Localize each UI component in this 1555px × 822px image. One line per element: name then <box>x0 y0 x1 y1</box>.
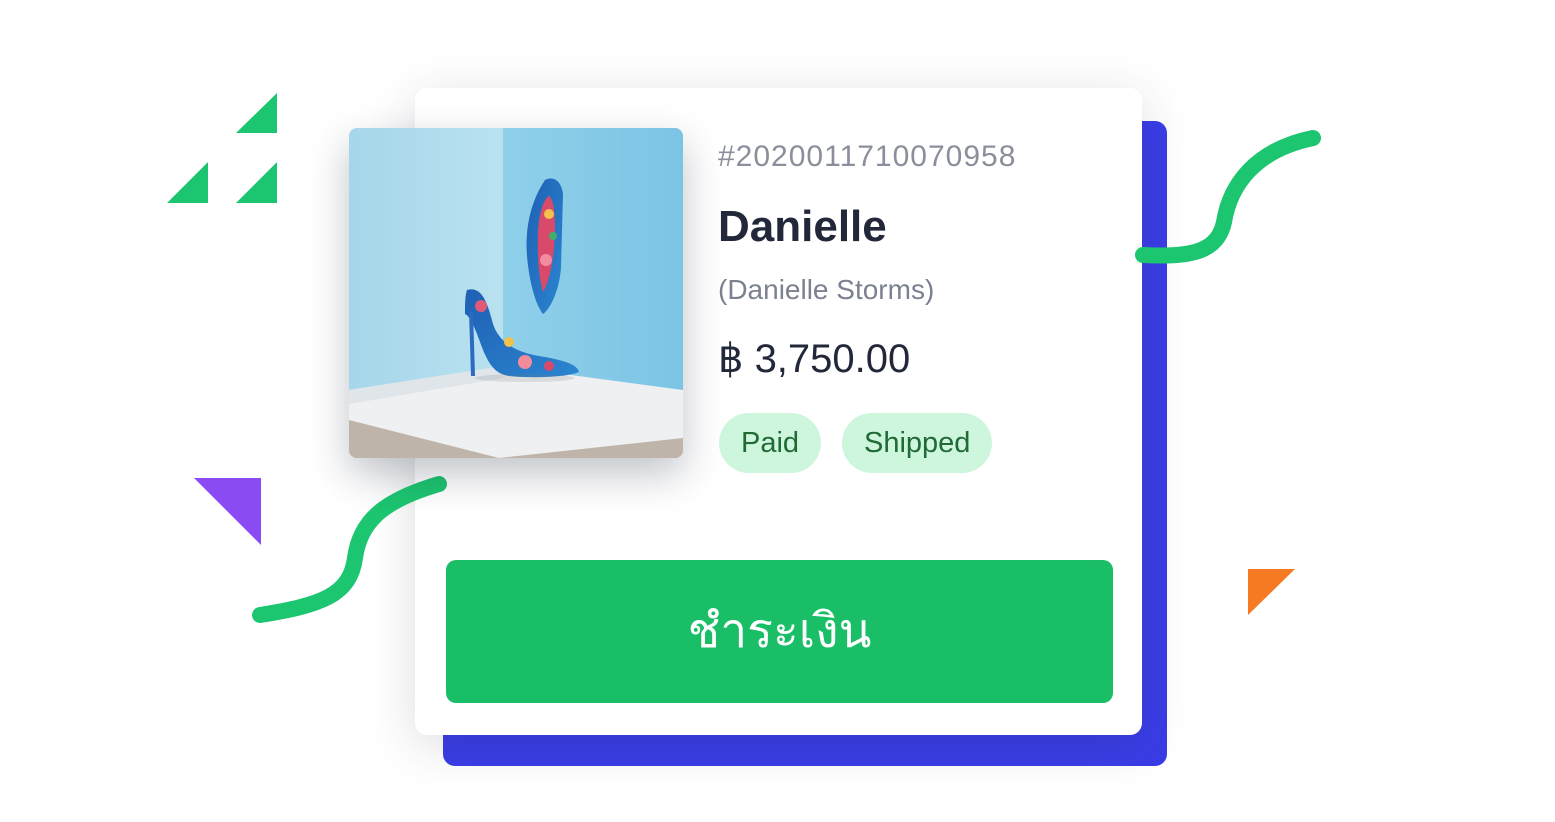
order-number: #2020011710070958 <box>718 140 1017 173</box>
decor-triangle-green <box>167 162 208 203</box>
customer-full-name: (Danielle Storms) <box>718 274 935 305</box>
pay-button[interactable]: ชำระเงิน <box>446 560 1113 703</box>
decor-triangle-orange <box>1248 569 1295 615</box>
decor-triangle-green <box>236 162 277 203</box>
decor-squiggle-green <box>252 476 447 623</box>
status-badge-shipped: Shipped <box>842 413 993 473</box>
decor-squiggle-green <box>1135 130 1321 264</box>
decor-triangle-purple <box>194 478 261 545</box>
product-image <box>349 128 683 458</box>
order-price: ฿ 3,750.00 <box>718 337 911 381</box>
status-badge-paid: Paid <box>719 413 822 473</box>
customer-name: Danielle <box>718 202 887 251</box>
decor-triangle-green <box>236 93 277 133</box>
